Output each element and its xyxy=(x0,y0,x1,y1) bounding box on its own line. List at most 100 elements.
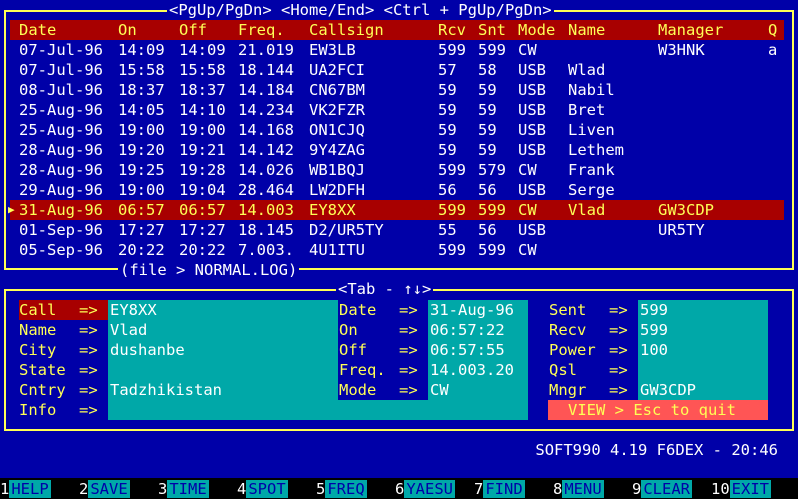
fkey-9[interactable]: 9 CLEAR xyxy=(632,479,693,499)
cell-rcv: 57 xyxy=(438,61,457,79)
c2-arrow: => xyxy=(399,361,418,379)
c2-field[interactable]: 14.003.20 xyxy=(428,360,528,380)
c1-field[interactable] xyxy=(108,360,338,380)
c3-label: Power xyxy=(549,341,596,359)
c1-label: Info xyxy=(19,401,57,419)
cell-mode: USB xyxy=(518,81,546,99)
table-row[interactable]: 05-Sep-96 20:22 20:22 7.003. 4U1ITU 599 599 CW xyxy=(10,240,784,260)
table-row[interactable]: 07-Jul-96 15:58 15:58 18.144 UA2FCI 57 58 USB Wl… xyxy=(10,60,784,80)
fkey-8[interactable]: 8 MENU xyxy=(553,479,604,499)
fkey-10[interactable]: 10 EXIT xyxy=(711,479,771,499)
cell-freq: 7.003. xyxy=(238,241,294,259)
cell-name: Vlad xyxy=(568,201,606,219)
c3-field[interactable] xyxy=(638,360,768,380)
cell-freq: 18.145 xyxy=(238,221,294,239)
c2-label: Off xyxy=(339,341,367,359)
c1-arrow: => xyxy=(79,321,98,339)
c2-arrow: => xyxy=(399,341,418,359)
table-row[interactable]: 28-Aug-96 19:25 19:28 14.026 WB1BQJ 599 579 CW F… xyxy=(10,160,784,180)
fkey-number: 7 xyxy=(474,480,484,498)
c3-label: Mngr xyxy=(549,381,587,399)
cell-on: 06:57 xyxy=(118,201,165,219)
c1-label: Cntry xyxy=(19,381,66,399)
cell-off: 19:28 xyxy=(179,161,226,179)
cell-rcv: 599 xyxy=(438,241,466,259)
c1-field[interactable] xyxy=(108,400,528,420)
cell-mode: CW xyxy=(518,201,537,219)
cell-call: WB1BQJ xyxy=(309,161,365,179)
cell-off: 17:27 xyxy=(179,221,226,239)
c1-label: State xyxy=(19,361,66,379)
fkey-6[interactable]: 6 YAESU xyxy=(395,479,456,499)
column-header: Callsign xyxy=(309,21,384,39)
table-row[interactable]: 29-Aug-96 19:00 19:04 28.464 LW2DFH 56 56 USB Se… xyxy=(10,180,784,200)
fkey-label: FIND xyxy=(483,480,525,498)
log-file-label: (file > NORMAL.LOG) xyxy=(118,260,300,280)
c1-field[interactable]: Vlad xyxy=(108,320,338,340)
cell-date: 28-Aug-96 xyxy=(19,161,103,179)
table-row[interactable]: 01-Sep-96 17:27 17:27 18.145 D2/UR5TY 55 56 USB… xyxy=(10,220,784,240)
fkey-label: CLEAR xyxy=(641,480,693,498)
c3-field[interactable]: GW3CDP xyxy=(638,380,768,400)
table-row[interactable]: 25-Aug-96 14:05 14:10 14.234 VK2FZR 59 59 USB Br… xyxy=(10,100,784,120)
c1-arrow: => xyxy=(79,361,98,379)
cell-snt: 599 xyxy=(478,241,506,259)
cell-on: 19:25 xyxy=(118,161,165,179)
cell-off: 18:37 xyxy=(179,81,226,99)
c3-arrow: => xyxy=(609,321,628,339)
cell-date: 05-Sep-96 xyxy=(19,241,103,259)
table-row[interactable]: 28-Aug-96 19:20 19:21 14.142 9Y4ZAG 59 59 USB Le… xyxy=(10,140,784,160)
c2-field[interactable]: 31-Aug-96 xyxy=(428,300,528,320)
c3-field[interactable]: 599 xyxy=(638,300,768,320)
function-key-bar: 1 HELP 2 SAVE 3 TIME 4 SPOT 5 FREQ 6 YAESU 7 FIND 8 MEN… xyxy=(0,478,798,499)
cell-off: 19:21 xyxy=(179,141,226,159)
c2-field[interactable]: 06:57:55 xyxy=(428,340,528,360)
fkey-label: TIME xyxy=(167,480,209,498)
cell-on: 19:20 xyxy=(118,141,165,159)
fkey-1[interactable]: 1 HELP xyxy=(0,479,51,499)
cell-mode: CW xyxy=(518,161,537,179)
table-row[interactable]: 08-Jul-96 18:37 18:37 14.184 CN67BM 59 59 USB Na… xyxy=(10,80,784,100)
c3-arrow: => xyxy=(609,381,628,399)
table-row[interactable]: 07-Jul-96 14:09 14:09 21.019 EW3LB 599 599 CW W3… xyxy=(10,40,784,60)
table-row-selected[interactable]: ▶ 31-Aug-96 06:57 06:57 14.003 EY8XX 599 599 CW V… xyxy=(8,200,784,220)
table-row[interactable]: 25-Aug-96 19:00 19:00 14.168 ON1CJQ 59 59 USB Li… xyxy=(10,120,784,140)
fkey-5[interactable]: 5 FREQ xyxy=(316,479,367,499)
cell-call: VK2FZR xyxy=(309,101,365,119)
cell-snt: 59 xyxy=(478,101,497,119)
cell-date: 01-Sep-96 xyxy=(19,221,103,239)
fkey-label: HELP xyxy=(9,480,51,498)
cell-call: CN67BM xyxy=(309,81,365,99)
row-pointer-icon: ▶ xyxy=(8,203,15,216)
view-quit-button[interactable]: VIEW > Esc to quit xyxy=(548,400,768,420)
c2-label: Mode xyxy=(339,381,377,399)
fkey-4[interactable]: 4 SPOT xyxy=(237,479,288,499)
cell-snt: 59 xyxy=(478,81,497,99)
cell-freq: 14.184 xyxy=(238,81,294,99)
c3-field[interactable]: 599 xyxy=(638,320,768,340)
c1-field[interactable]: Tadzhikistan xyxy=(108,380,338,400)
c1-label: City xyxy=(19,341,57,359)
c3-label: Qsl xyxy=(549,361,577,379)
fkey-label: YAESU xyxy=(404,480,456,498)
c2-field[interactable]: CW xyxy=(428,380,528,400)
fkey-3[interactable]: 3 TIME xyxy=(158,479,209,499)
c2-field[interactable]: 06:57:22 xyxy=(428,320,528,340)
cell-manager: W3HNK xyxy=(658,41,705,59)
fkey-7[interactable]: 7 FIND xyxy=(474,479,525,499)
cell-on: 17:27 xyxy=(118,221,165,239)
cell-manager: GW3CDP xyxy=(658,201,714,219)
cell-on: 18:37 xyxy=(118,81,165,99)
column-header: Freq. xyxy=(238,21,285,39)
fkey-2[interactable]: 2 SAVE xyxy=(79,479,130,499)
c1-field[interactable]: EY8XX xyxy=(108,300,338,320)
cell-on: 14:05 xyxy=(118,101,165,119)
c1-field[interactable]: dushanbe xyxy=(108,340,338,360)
c3-field[interactable]: 100 xyxy=(638,340,768,360)
cell-rcv: 599 xyxy=(438,201,466,219)
fkey-label: MENU xyxy=(562,480,604,498)
c2-arrow: => xyxy=(399,381,418,399)
cell-date: 25-Aug-96 xyxy=(19,101,103,119)
log-frame-title: <PgUp/PgDn> <Home/End> <Ctrl + PgUp/PgDn… xyxy=(167,0,554,20)
detail-frame-title: <Tab - ↑↓> xyxy=(336,279,434,299)
